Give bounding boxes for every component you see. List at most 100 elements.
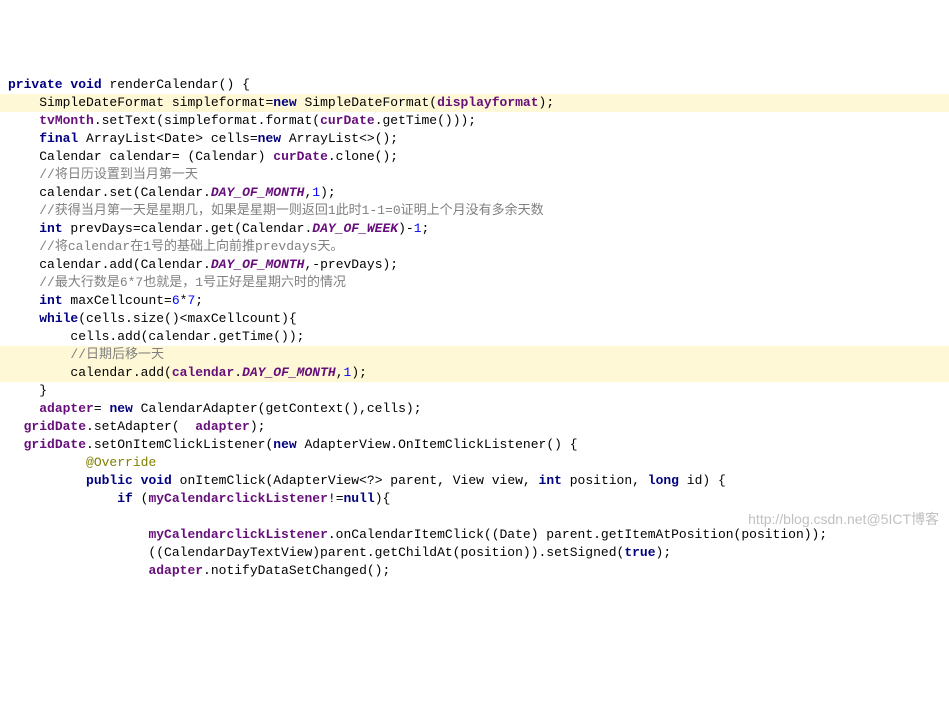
code-token: //日期后移一天 bbox=[70, 347, 164, 362]
code-token: .clone(); bbox=[328, 149, 398, 164]
code-line[interactable]: calendar.add(calendar.DAY_OF_MONTH,1); bbox=[0, 364, 949, 382]
code-token: ArrayList<Date> cells= bbox=[78, 131, 257, 146]
code-token: ); bbox=[250, 419, 266, 434]
code-token: . bbox=[234, 365, 242, 380]
code-line[interactable]: calendar.set(Calendar.DAY_OF_MONTH,1); bbox=[0, 184, 949, 202]
code-line[interactable]: tvMonth.setText(simpleformat.format(curD… bbox=[0, 112, 949, 130]
code-token: prevDays=calendar.get(Calendar. bbox=[63, 221, 313, 236]
code-token: curDate bbox=[273, 149, 328, 164]
code-token: curDate bbox=[320, 113, 375, 128]
code-token: .notifyDataSetChanged(); bbox=[203, 563, 390, 578]
code-line[interactable]: //将日历设置到当月第一天 bbox=[0, 166, 949, 184]
code-token: new bbox=[109, 401, 132, 416]
code-token: != bbox=[328, 491, 344, 506]
code-line[interactable]: final ArrayList<Date> cells=new ArrayLis… bbox=[0, 130, 949, 148]
code-line[interactable]: adapter.notifyDataSetChanged(); bbox=[0, 562, 949, 580]
code-line[interactable]: //将calendar在1号的基础上向前推prevdays天。 bbox=[0, 238, 949, 256]
code-line[interactable]: int prevDays=calendar.get(Calendar.DAY_O… bbox=[0, 220, 949, 238]
code-token: DAY_OF_MONTH bbox=[211, 185, 305, 200]
code-token: Calendar calendar= (Calendar) bbox=[39, 149, 273, 164]
code-token bbox=[8, 437, 24, 452]
code-line[interactable]: int maxCellcount=6*7; bbox=[0, 292, 949, 310]
code-token bbox=[8, 419, 24, 434]
code-line[interactable]: gridDate.setOnItemClickListener(new Adap… bbox=[0, 436, 949, 454]
code-line[interactable]: cells.add(calendar.getTime()); bbox=[0, 328, 949, 346]
code-token: ); bbox=[656, 545, 672, 560]
code-token: 6 bbox=[172, 293, 180, 308]
code-token: DAY_OF_WEEK bbox=[312, 221, 398, 236]
code-token: gridDate bbox=[24, 419, 86, 434]
code-token: ( bbox=[133, 491, 149, 506]
code-token: new bbox=[273, 95, 296, 110]
code-editor[interactable]: private void renderCalendar() { SimpleDa… bbox=[0, 72, 949, 580]
code-token: 1 bbox=[312, 185, 320, 200]
code-token bbox=[133, 527, 149, 542]
code-token: new bbox=[273, 437, 296, 452]
code-token: maxCellcount= bbox=[63, 293, 172, 308]
code-line[interactable]: @Override bbox=[0, 454, 949, 472]
code-line[interactable]: adapter= new CalendarAdapter(getContext(… bbox=[0, 400, 949, 418]
code-token: AdapterView.OnItemClickListener() { bbox=[297, 437, 578, 452]
code-token: new bbox=[258, 131, 281, 146]
code-token: adapter bbox=[39, 401, 94, 416]
code-line[interactable]: myCalendarclickListener.onCalendarItemCl… bbox=[0, 526, 949, 544]
code-token: int bbox=[539, 473, 562, 488]
code-line[interactable]: Calendar calendar= (Calendar) curDate.cl… bbox=[0, 148, 949, 166]
code-token: null bbox=[344, 491, 375, 506]
code-token: .getTime())); bbox=[375, 113, 476, 128]
code-token: if bbox=[117, 491, 133, 506]
code-token: calendar.set(Calendar. bbox=[39, 185, 211, 200]
code-line[interactable]: } bbox=[0, 382, 949, 400]
code-token: true bbox=[624, 545, 655, 560]
code-token: position, bbox=[562, 473, 648, 488]
code-token: renderCalendar() { bbox=[102, 77, 250, 92]
code-token bbox=[70, 455, 86, 470]
code-line[interactable]: while(cells.size()<maxCellcount){ bbox=[0, 310, 949, 328]
code-token: int bbox=[39, 221, 62, 236]
code-token: ); bbox=[539, 95, 555, 110]
code-token: .onCalendarItemClick((Date) parent.getIt… bbox=[328, 527, 827, 542]
code-token: .setAdapter( bbox=[86, 419, 195, 434]
code-token: displayformat bbox=[437, 95, 538, 110]
code-token: void bbox=[70, 77, 101, 92]
code-line[interactable]: //最大行数是6*7也就是，1号正好是星期六时的情况 bbox=[0, 274, 949, 292]
watermark-text: http://blog.csdn.net@5ICT博客 bbox=[748, 510, 939, 528]
code-token: //获得当月第一天是星期几，如果是星期一则返回1此时1-1=0证明上个月没有多余… bbox=[39, 203, 543, 218]
code-token: DAY_OF_MONTH bbox=[242, 365, 336, 380]
code-token bbox=[102, 491, 118, 506]
code-line[interactable]: public void onItemClick(AdapterView<?> p… bbox=[0, 472, 949, 490]
code-token: .setOnItemClickListener( bbox=[86, 437, 273, 452]
code-token: private bbox=[8, 77, 63, 92]
code-token: tvMonth bbox=[39, 113, 94, 128]
code-line[interactable]: SimpleDateFormat simpleformat=new Simple… bbox=[0, 94, 949, 112]
code-token: //将calendar在1号的基础上向前推prevdays天。 bbox=[39, 239, 343, 254]
code-token: ; bbox=[195, 293, 203, 308]
code-token: long bbox=[648, 473, 679, 488]
code-token: calendar.add(Calendar. bbox=[39, 257, 211, 272]
code-token: ){ bbox=[375, 491, 391, 506]
code-token bbox=[8, 509, 16, 524]
code-token: cells.add(calendar.getTime()); bbox=[70, 329, 304, 344]
code-token: while bbox=[39, 311, 78, 326]
code-line[interactable]: calendar.add(Calendar.DAY_OF_MONTH,-prev… bbox=[0, 256, 949, 274]
code-token bbox=[133, 563, 149, 578]
code-line[interactable]: private void renderCalendar() { bbox=[0, 76, 949, 94]
code-token: , bbox=[336, 365, 344, 380]
code-token: ); bbox=[320, 185, 336, 200]
code-token: } bbox=[39, 383, 47, 398]
code-line[interactable]: if (myCalendarclickListener!=null){ bbox=[0, 490, 949, 508]
code-token: @Override bbox=[86, 455, 156, 470]
code-token: ); bbox=[351, 365, 367, 380]
code-line[interactable]: gridDate.setAdapter( adapter); bbox=[0, 418, 949, 436]
code-token: myCalendarclickListener bbox=[148, 527, 327, 542]
code-token: final bbox=[39, 131, 78, 146]
code-token: ((CalendarDayTextView)parent.getChildAt(… bbox=[133, 545, 624, 560]
code-line[interactable]: ((CalendarDayTextView)parent.getChildAt(… bbox=[0, 544, 949, 562]
code-token: myCalendarclickListener bbox=[148, 491, 327, 506]
code-line[interactable]: //获得当月第一天是星期几，如果是星期一则返回1此时1-1=0证明上个月没有多余… bbox=[0, 202, 949, 220]
code-token: id) { bbox=[679, 473, 726, 488]
code-token: = bbox=[94, 401, 110, 416]
code-line[interactable]: //日期后移一天 bbox=[0, 346, 949, 364]
code-token bbox=[133, 473, 141, 488]
code-token: SimpleDateFormat( bbox=[297, 95, 437, 110]
